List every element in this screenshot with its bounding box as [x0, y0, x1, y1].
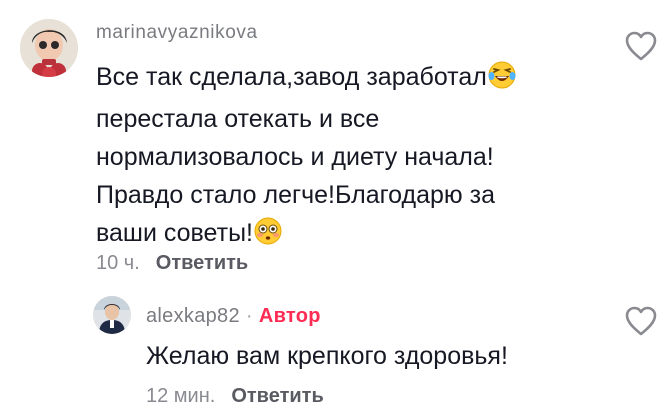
like-heart-icon[interactable]: [624, 305, 658, 337]
comment-text: Желаю вам крепкого здоровья!: [146, 342, 508, 370]
comment-text-line: ваши советы!: [96, 219, 253, 247]
separator-dot: ·: [245, 305, 253, 327]
comment-time: 12 мин.: [146, 385, 216, 407]
reply-button[interactable]: Ответить: [231, 385, 323, 407]
author-badge: Автор: [258, 305, 321, 327]
comment-text: Все так сделала,завод заработал перестал…: [96, 58, 566, 256]
laughing-tears-emoji-icon: [488, 61, 516, 100]
comment-username[interactable]: marinavyaznikova: [96, 22, 258, 44]
comment-meta: 10 ч. Ответить: [96, 252, 248, 275]
reply-username-row: alexkap82 · Автор: [146, 305, 321, 328]
comment-text-line: нормализовалось и диету начала!: [96, 143, 494, 171]
like-heart-icon[interactable]: [624, 30, 658, 62]
comment-text-line: Правдо стало легче!Благодарю за: [96, 181, 495, 209]
comment-time: 10 ч.: [96, 252, 140, 274]
comment-meta: 12 мин. Ответить: [146, 385, 324, 408]
comment-text-line: перестала отекать и все: [96, 105, 380, 133]
comment-username[interactable]: alexkap82: [146, 305, 240, 327]
reply-button[interactable]: Ответить: [156, 252, 248, 274]
flushed-face-emoji-icon: [254, 217, 282, 256]
avatar[interactable]: [20, 19, 78, 77]
comment-text-line: Все так сделала,завод заработал: [96, 63, 487, 91]
avatar[interactable]: [93, 296, 131, 334]
